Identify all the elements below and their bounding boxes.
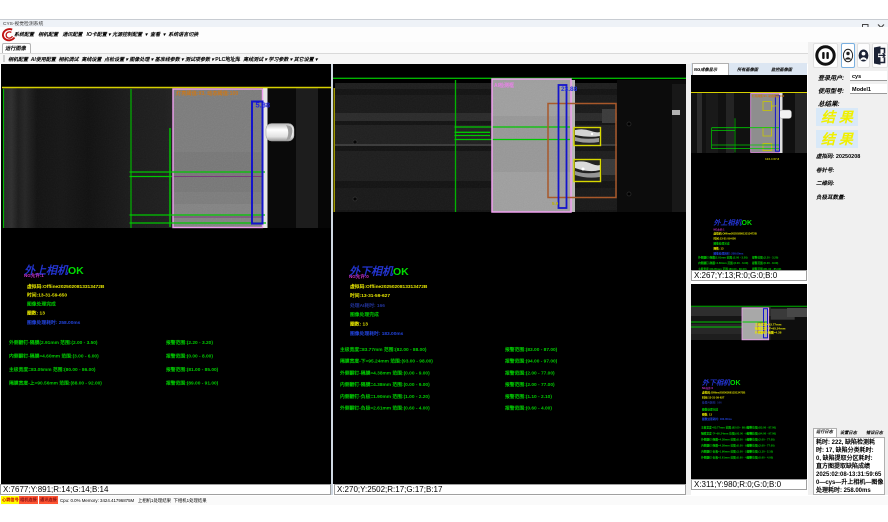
svg-text:虚拟码:Offline2025020813313472B: 虚拟码:Offline2025020813313472B <box>702 390 745 394</box>
svg-text:图像处理耗时: 258.00ms: 图像处理耗时: 258.00ms <box>714 251 744 255</box>
svg-text:隔膜宽度-下=95.24mm 范围:(93.00 - 98.: 隔膜宽度-下=95.24mm 范围:(93.00 - 98.00) <box>701 432 753 436</box>
svg-text:报警范围:(0.00 - 8.00): 报警范围:(0.00 - 8.00) <box>752 261 778 265</box>
svg-text:报警范围:(83.00 - 87.00): 报警范围:(83.00 - 87.00) <box>747 426 776 430</box>
svg-text:主极宽度=83.77mm 范围:(82.00 - 88.00: 主极宽度=83.77mm 范围:(82.00 - 88.00) <box>340 346 427 353</box>
svg-text:内侧翻钉-隔膜=4.60mm 范围:(3.00 - 6.00: 内侧翻钉-隔膜=4.60mm 范围:(3.00 - 6.00) <box>698 261 748 265</box>
svg-text:报警范围:(83.00 - 87.00): 报警范围:(83.00 - 87.00) <box>505 346 558 353</box>
svg-text:虚拟码:Offline2025020813313472B: 虚拟码:Offline2025020813313472B <box>714 232 757 236</box>
svg-text:AI检测框: AI检测框 <box>494 82 514 89</box>
svg-text:报警范围:(94.00 - 97.00): 报警范围:(94.00 - 97.00) <box>505 358 558 365</box>
svg-text:报警范围:(2.00 - 77.00): 报警范围:(2.00 - 77.00) <box>747 437 775 441</box>
svg-text:图像处理完成: 图像处理完成 <box>27 301 56 308</box>
svg-text:隔膜宽度-上=90.56mm 范围:(88.00 - 92.: 隔膜宽度-上=90.56mm 范围:(88.00 - 92.00) <box>9 380 102 387</box>
svg-text:报警范围:(89.00 - 91.00): 报警范围:(89.00 - 91.00) <box>166 380 219 387</box>
svg-text:隔膜宽度-下=95.24mm 范围:(93.00 - 98.: 隔膜宽度-下=95.24mm 范围:(93.00 - 98.00) <box>340 358 433 365</box>
svg-text:图像处理完成: 图像处理完成 <box>714 241 730 245</box>
svg-text:处理AI耗时: 166: 处理AI耗时: 166 <box>349 302 385 309</box>
svg-text:主极宽度=83.77mm 范围:(82.00 - 88.00: 主极宽度=83.77mm 范围:(82.00 - 88.00) <box>701 426 750 430</box>
svg-text:外侧翻钉-隔膜=4.38: 外侧翻钉-隔膜=4.38 <box>755 330 782 335</box>
svg-text:内侧翻钉-隔膜=4.38mm 范围:(0.00 - 9.00: 内侧翻钉-隔膜=4.38mm 范围:(0.00 - 9.00) <box>701 443 751 447</box>
svg-text:NG允许:1: NG允许:1 <box>24 272 44 279</box>
svg-text:灯亮阈值:93, 动态阈值:100: 灯亮阈值:93, 动态阈值:100 <box>176 89 238 97</box>
svg-text:报警范围:(1.10 - 2.10): 报警范围:(1.10 - 2.10) <box>747 449 773 453</box>
svg-text:处理AI耗时: 166: 处理AI耗时: 166 <box>701 400 722 404</box>
svg-text:时间:13-31-59-650: 时间:13-31-59-650 <box>27 292 67 299</box>
svg-text:外下相机OK: 外下相机OK <box>701 378 741 387</box>
svg-text:内侧翻钉-隔膜=4.38mm 范围:(0.00 - 9.00: 内侧翻钉-隔膜=4.38mm 范围:(0.00 - 9.00) <box>340 381 430 388</box>
svg-text:报警范围:(2.20 - 3.20): 报警范围:(2.20 - 3.20) <box>752 255 778 259</box>
svg-text:内侧翻钉-隔膜=4.60mm 范围:(3.00 - 6.00: 内侧翻钉-隔膜=4.60mm 范围:(3.00 - 6.00) <box>9 353 99 360</box>
svg-text:时间:13-31-59-627: 时间:13-31-59-627 <box>350 292 390 299</box>
svg-text:灯亮阈值:93, 动态阈值:100: 灯亮阈值:93, 动态阈值:100 <box>752 94 785 98</box>
svg-text:123.4 67.8: 123.4 67.8 <box>765 157 780 161</box>
svg-text:外上相机OK: 外上相机OK <box>713 218 753 227</box>
svg-text:时间:13-31-59-627: 时间:13-31-59-627 <box>702 396 725 400</box>
svg-text:外侧翻钉-隔膜=4.38mm 范围:(0.00 - 9.00: 外侧翻钉-隔膜=4.38mm 范围:(0.00 - 9.00) <box>701 437 751 441</box>
svg-text:NG允许:0: NG允许:0 <box>349 273 369 280</box>
svg-text:外侧翻钉-负极=2.61mm 范围:(0.60 - 4.00: 外侧翻钉-负极=2.61mm 范围:(0.60 - 4.00) <box>340 405 430 412</box>
svg-text:报警范围:(0.00 - 8.00): 报警范围:(0.00 - 8.00) <box>166 353 213 360</box>
svg-text:外侧翻钉-隔膜(2.91mm 范围:(2.00 - 3.50: 外侧翻钉-隔膜(2.91mm 范围:(2.00 - 3.50) <box>9 339 98 346</box>
svg-text:内侧翻钉-负极=1.90mm 范围:(1.00 - 2.20: 内侧翻钉-负极=1.90mm 范围:(1.00 - 2.20) <box>340 393 430 400</box>
svg-text:NG允许:0: NG允许:0 <box>702 386 714 390</box>
svg-text:外侧翻钉-负极=2.61mm 范围:(0.60 - 4.00: 外侧翻钉-负极=2.61mm 范围:(0.60 - 4.00) <box>701 455 751 459</box>
svg-text:报警范围:(1.10 - 2.10): 报警范围:(1.10 - 2.10) <box>505 393 552 400</box>
svg-text:时间:13-31-59-650: 时间:13-31-59-650 <box>714 236 737 240</box>
svg-text:外侧翻钉-隔膜=4.38mm 范围:(0.00 - 9.00: 外侧翻钉-隔膜=4.38mm 范围:(0.00 - 9.00) <box>340 369 430 376</box>
svg-text:圈数: 13: 圈数: 13 <box>702 412 713 416</box>
svg-text:图像处理完成: 图像处理完成 <box>702 408 718 412</box>
svg-text:NG允许:1: NG允许:1 <box>714 228 726 232</box>
svg-text:报警范围:(2.00 - 77.00): 报警范围:(2.00 - 77.00) <box>505 381 555 388</box>
svg-text:虚拟码:Offline2025020813313472B: 虚拟码:Offline2025020813313472B <box>350 283 428 290</box>
svg-text:图像处理耗时: 183.00ms: 图像处理耗时: 183.00ms <box>702 417 732 421</box>
svg-text:报警范围:(0.60 - 4.00): 报警范围:(0.60 - 4.00) <box>747 455 773 459</box>
svg-text:圈数: 13: 圈数: 13 <box>714 246 725 250</box>
svg-text:90.5: 90.5 <box>772 104 778 108</box>
svg-text:圈数: 13: 圈数: 13 <box>350 321 368 328</box>
svg-text:报警范围:(2.00 - 77.00): 报警范围:(2.00 - 77.00) <box>747 443 775 447</box>
svg-text:23.88: 23.88 <box>561 86 578 93</box>
svg-text:报警范围:(81.00 - 85.00): 报警范围:(81.00 - 85.00) <box>166 366 219 373</box>
svg-text:报警范围:(2.20 - 3.20): 报警范围:(2.20 - 3.20) <box>166 339 213 346</box>
svg-text:内侧翻钉-负极=1.90mm 范围:(1.00 - 2.20: 内侧翻钉-负极=1.90mm 范围:(1.00 - 2.20) <box>701 449 751 453</box>
svg-text:图像处理耗时: 183.00ms: 图像处理耗时: 183.00ms <box>350 330 404 337</box>
svg-text:图像处理耗时: 258.00ms: 图像处理耗时: 258.00ms <box>27 319 81 326</box>
svg-text:5.88: 5.88 <box>256 101 271 110</box>
svg-text:报警范围:(2.00 - 77.00): 报警范围:(2.00 - 77.00) <box>505 369 555 376</box>
svg-text:圈数: 13: 圈数: 13 <box>27 310 45 317</box>
svg-text:报警范围:(94.00 - 97.00): 报警范围:(94.00 - 97.00) <box>747 432 776 436</box>
svg-text:虚拟码:Offline2025020813313472B: 虚拟码:Offline2025020813313472B <box>27 283 105 290</box>
svg-text:5.9: 5.9 <box>552 201 559 206</box>
svg-text:外侧翻钉-隔膜(2.91mm 范围:(2.00 - 3.50: 外侧翻钉-隔膜(2.91mm 范围:(2.00 - 3.50) <box>698 255 748 259</box>
svg-text:图像处理完成: 图像处理完成 <box>350 311 379 318</box>
svg-text:报警范围:(0.60 - 4.00): 报警范围:(0.60 - 4.00) <box>505 405 552 412</box>
svg-text:主极宽度=83.05mm 范围:(80.00 - 86.00: 主极宽度=83.05mm 范围:(80.00 - 86.00) <box>9 366 96 373</box>
